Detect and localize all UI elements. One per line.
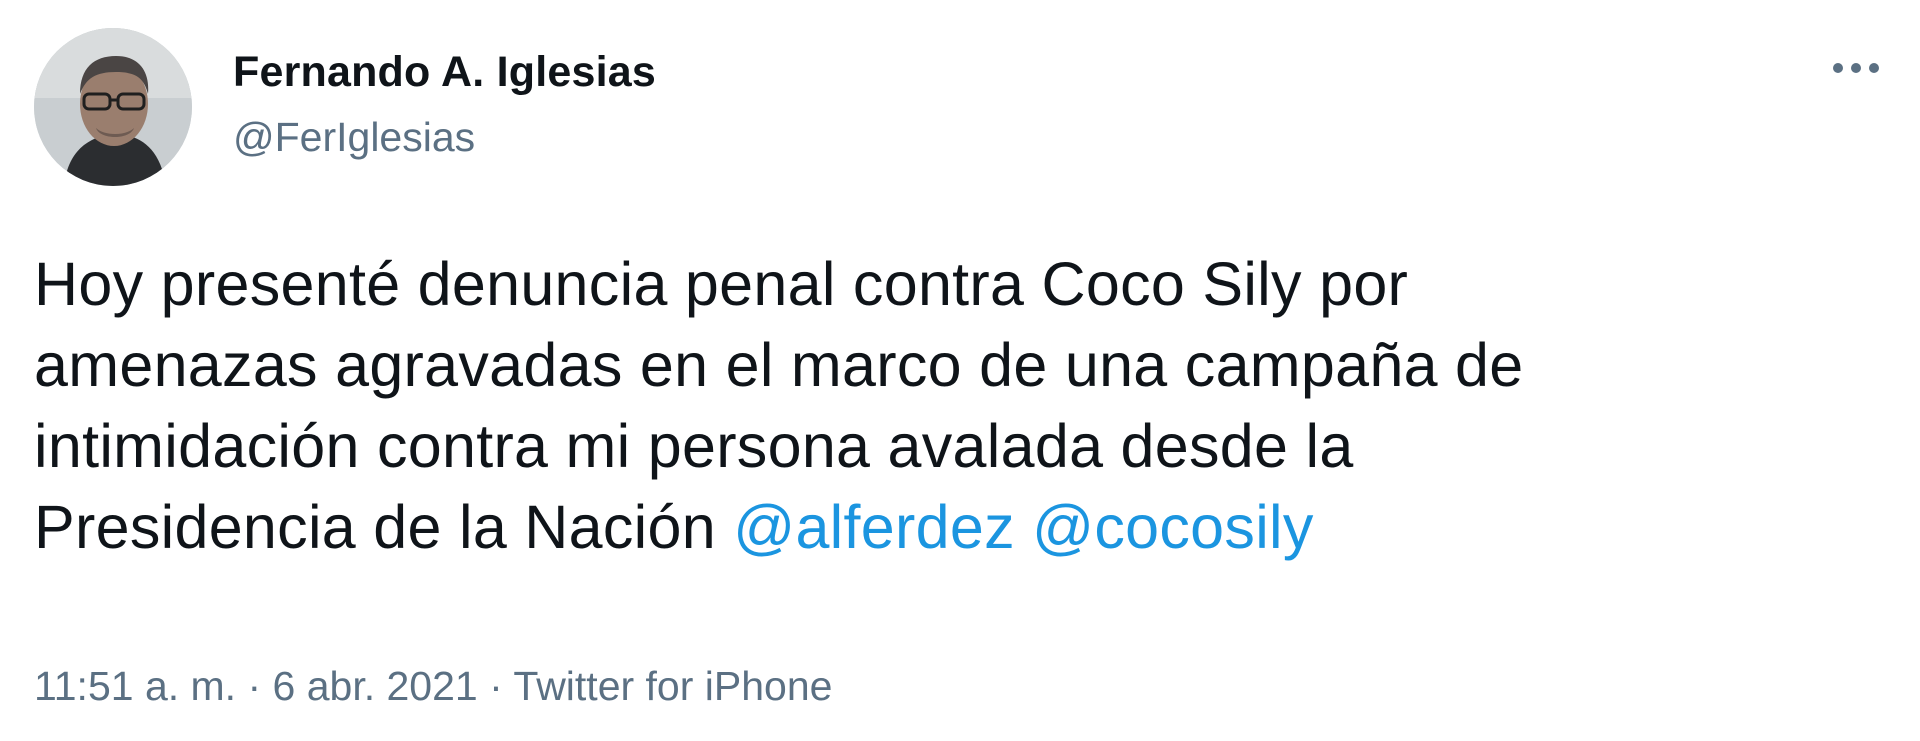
meta-separator: ·	[477, 663, 514, 709]
tweet-card: Fernando A. Iglesias @FerIglesias Hoy pr…	[0, 0, 1920, 741]
tweet-text-line: Presidencia de la Nación	[34, 493, 734, 561]
tweet-text-line: amenazas agravadas en el marco de una ca…	[34, 331, 1524, 399]
author-handle[interactable]: @FerIglesias	[233, 114, 475, 161]
tweet-text-line: Hoy presenté denuncia penal contra Coco …	[34, 250, 1409, 318]
tweet-source-link[interactable]: Twitter for iPhone	[513, 663, 832, 709]
tweet-text-line: intimidación contra mi persona avalada d…	[34, 412, 1354, 480]
more-horizontal-icon	[1833, 63, 1879, 73]
author-display-name[interactable]: Fernando A. Iglesias	[233, 48, 656, 97]
meta-separator: ·	[236, 663, 273, 709]
tweet-date[interactable]: 6 abr. 2021	[273, 663, 478, 709]
tweet-text: Hoy presenté denuncia penal contra Coco …	[34, 244, 1894, 568]
tweet-meta: 11:51 a. m. · 6 abr. 2021 · Twitter for …	[34, 663, 832, 710]
avatar[interactable]	[34, 28, 192, 186]
mention-link-cocosily[interactable]: @cocosily	[1032, 493, 1314, 561]
profile-photo-icon	[34, 28, 192, 186]
more-options-button[interactable]	[1826, 48, 1886, 88]
tweet-text-line-last: Presidencia de la Nación @alferdez @coco…	[34, 487, 1894, 568]
tweet-time[interactable]: 11:51 a. m.	[34, 663, 236, 709]
mention-link-alferdez[interactable]: @alferdez	[733, 493, 1015, 561]
